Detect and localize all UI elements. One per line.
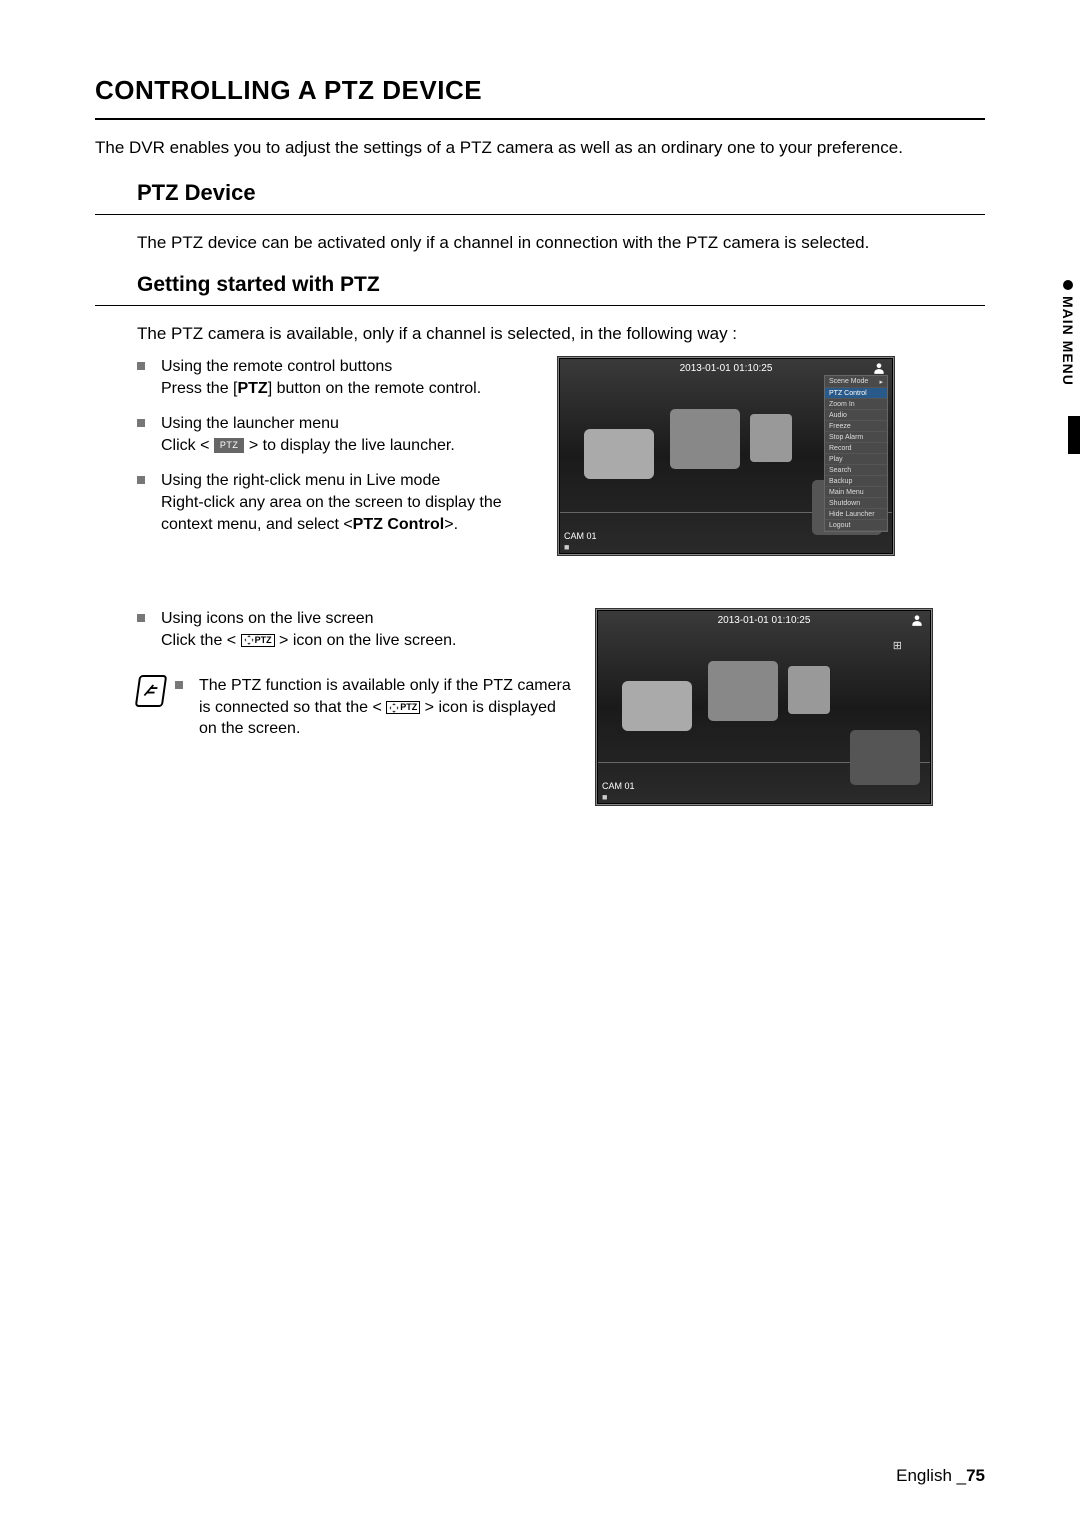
bullet-title: Using the right-click menu in Live mode [161,470,537,492]
bullet-desc: Press the [PTZ] button on the remote con… [161,378,537,400]
bullets-column: Using the remote control buttons Press t… [137,356,537,556]
chevron-right-icon: ▸ [879,378,883,386]
ptz-inline-icon: PTZ [241,634,275,647]
note-bullet-list: The PTZ function is available only if th… [175,675,575,740]
note-icon [135,675,167,707]
menu-item-shutdown[interactable]: Shutdown [825,498,887,509]
bullet-title: Using icons on the live screen [161,608,575,630]
bullet-desc: Right-click any area on the screen to di… [161,492,537,535]
bullet-list-1: Using the remote control buttons Press t… [137,356,537,535]
camera-scene-2 [598,611,930,803]
bullet-remote: Using the remote control buttons Press t… [137,356,537,399]
user-icon [872,361,886,375]
side-block [1068,416,1080,454]
subsection-title: PTZ Device [137,180,985,206]
timestamp-label: 2013-01-01 01:10:25 [718,615,811,626]
menu-item-stop-alarm[interactable]: Stop Alarm [825,432,887,443]
menu-item-play[interactable]: Play [825,454,887,465]
menu-item-logout[interactable]: Logout [825,520,887,531]
screenshot-live-view: 2013-01-01 01:10:25 ⊞ CAM 01 ■ [595,608,933,806]
context-menu: Scene Mode▸ PTZ Control Zoom In Audio Fr… [824,375,888,532]
timestamp-label: 2013-01-01 01:10:25 [680,363,773,374]
menu-item-search[interactable]: Search [825,465,887,476]
footer: English _75 [896,1466,985,1486]
page-number: 75 [966,1466,985,1485]
side-tab-main-menu: MAIN MENU [1056,280,1080,386]
divider-thin [95,214,985,215]
cam-label: CAM 01 [564,531,597,541]
menu-item-backup[interactable]: Backup [825,476,887,487]
bullet-rightclick: Using the right-click menu in Live mode … [137,470,537,535]
menu-item-record[interactable]: Record [825,443,887,454]
screenshot-column-2: 2013-01-01 01:10:25 ⊞ CAM 01 ■ [595,608,933,806]
cam-rec-icon: ■ [564,542,569,552]
menu-item-zoom-in[interactable]: Zoom In [825,399,887,410]
note-bullet-item: The PTZ function is available only if th… [175,675,575,740]
content-row-2: Using icons on the live screen Click the… [137,608,985,806]
bullet-live-icons: Using icons on the live screen Click the… [137,608,575,651]
live-icons-cluster: ⊞ [893,639,902,652]
divider-thin-2 [95,305,985,306]
menu-item-hide-launcher[interactable]: Hide Launcher [825,509,887,520]
screenshot-column: 2013-01-01 01:10:25 CAM 01 ■ Scene Mode▸… [557,356,895,556]
bullet-title: Using the remote control buttons [161,356,537,378]
side-dot-icon [1063,280,1073,290]
note-row: The PTZ function is available only if th… [137,675,575,740]
menu-item-freeze[interactable]: Freeze [825,421,887,432]
getting-started-title: Getting started with PTZ [137,273,985,297]
section-2: Using icons on the live screen Click the… [95,608,985,806]
intro-text: The DVR enables you to adjust the settin… [95,138,985,158]
screenshot-context-menu: 2013-01-01 01:10:25 CAM 01 ■ Scene Mode▸… [557,356,895,556]
content-row-1: Using the remote control buttons Press t… [137,356,985,556]
page-content: CONTROLLING A PTZ DEVICE The DVR enables… [0,0,1080,806]
sub-intro-text: The PTZ device can be activated only if … [137,233,985,253]
ptz-badge-icon: PTZ [214,438,245,453]
user-icon [910,613,924,627]
menu-item-scene-mode[interactable]: Scene Mode▸ [825,376,887,388]
bullet-desc: Click < PTZ > to display the live launch… [161,435,537,457]
footer-lang: English _ [896,1466,966,1485]
menu-item-audio[interactable]: Audio [825,410,887,421]
ptz-inline-icon: PTZ [386,701,420,714]
menu-item-main-menu[interactable]: Main Menu [825,487,887,498]
cam-label: CAM 01 [602,781,635,791]
bullet-launcher: Using the launcher menu Click < PTZ > to… [137,413,537,456]
bullets-column-2: Using icons on the live screen Click the… [137,608,575,740]
getting-started-intro: The PTZ camera is available, only if a c… [137,324,985,344]
menu-item-ptz-control[interactable]: PTZ Control [825,388,887,399]
bullet-list-2: Using icons on the live screen Click the… [137,608,575,651]
divider-thick [95,118,985,120]
bullet-title: Using the launcher menu [161,413,537,435]
section-title: CONTROLLING A PTZ DEVICE [95,75,985,106]
bullet-desc: Click the < PTZ > icon on the live scree… [161,630,575,652]
cam-rec-icon: ■ [602,792,607,802]
